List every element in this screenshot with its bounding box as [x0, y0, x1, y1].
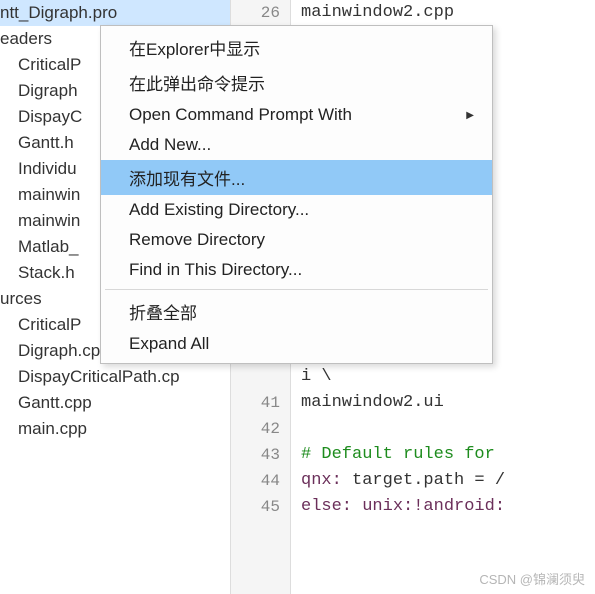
menu-item[interactable]: Remove Directory [101, 225, 492, 255]
menu-item-label: 在此弹出命令提示 [129, 70, 265, 95]
code-line[interactable]: # Default rules for [301, 442, 595, 468]
menu-item-label: Add Existing Directory... [129, 200, 309, 220]
line-number: 43 [231, 442, 280, 468]
watermark: CSDN @锦澜须臾 [479, 569, 585, 588]
menu-item-label: Open Command Prompt With [129, 105, 352, 125]
tree-source-file[interactable]: main.cpp [0, 416, 230, 442]
menu-item[interactable]: Find in This Directory... [101, 255, 492, 285]
menu-item[interactable]: 在Explorer中显示 [101, 30, 492, 65]
line-number: 26 [231, 0, 280, 26]
menu-item[interactable]: 折叠全部 [101, 294, 492, 329]
code-line[interactable]: qnx: target.path = / [301, 468, 595, 494]
menu-item[interactable]: Expand All [101, 329, 492, 359]
line-number: 42 [231, 416, 280, 442]
code-line[interactable]: i \ [301, 364, 595, 390]
menu-separator [105, 289, 488, 290]
menu-item[interactable]: Open Command Prompt With ▶ [101, 100, 492, 130]
code-line[interactable]: mainwindow2.cpp [301, 0, 595, 26]
menu-item[interactable]: Add New... [101, 130, 492, 160]
menu-item-label: 在Explorer中显示 [129, 35, 260, 60]
code-line[interactable]: else: unix:!android: [301, 494, 595, 520]
submenu-arrow-icon: ▶ [466, 110, 474, 121]
context-menu: 在Explorer中显示在此弹出命令提示 Open Command Prompt … [100, 25, 493, 364]
code-line[interactable]: mainwindow2.ui [301, 390, 595, 416]
menu-item-label: Expand All [129, 334, 209, 354]
menu-item-label: Remove Directory [129, 230, 265, 250]
line-number: 41 [231, 390, 280, 416]
tree-root-item[interactable]: ntt_Digraph.pro [0, 0, 230, 26]
menu-item[interactable]: Add Existing Directory... [101, 195, 492, 225]
tree-source-file[interactable]: Gantt.cpp [0, 390, 230, 416]
menu-item[interactable]: 在此弹出命令提示 [101, 65, 492, 100]
line-number [231, 364, 280, 390]
line-number: 45 [231, 494, 280, 520]
menu-item-label: 折叠全部 [129, 299, 197, 324]
menu-item-label: Add New... [129, 135, 211, 155]
menu-item[interactable]: 添加现有文件... [101, 160, 492, 195]
tree-source-file[interactable]: DispayCriticalPath.cp [0, 364, 230, 390]
menu-item-label: Find in This Directory... [129, 260, 302, 280]
line-number: 44 [231, 468, 280, 494]
code-line[interactable] [301, 416, 595, 442]
menu-item-label: 添加现有文件... [129, 165, 245, 190]
